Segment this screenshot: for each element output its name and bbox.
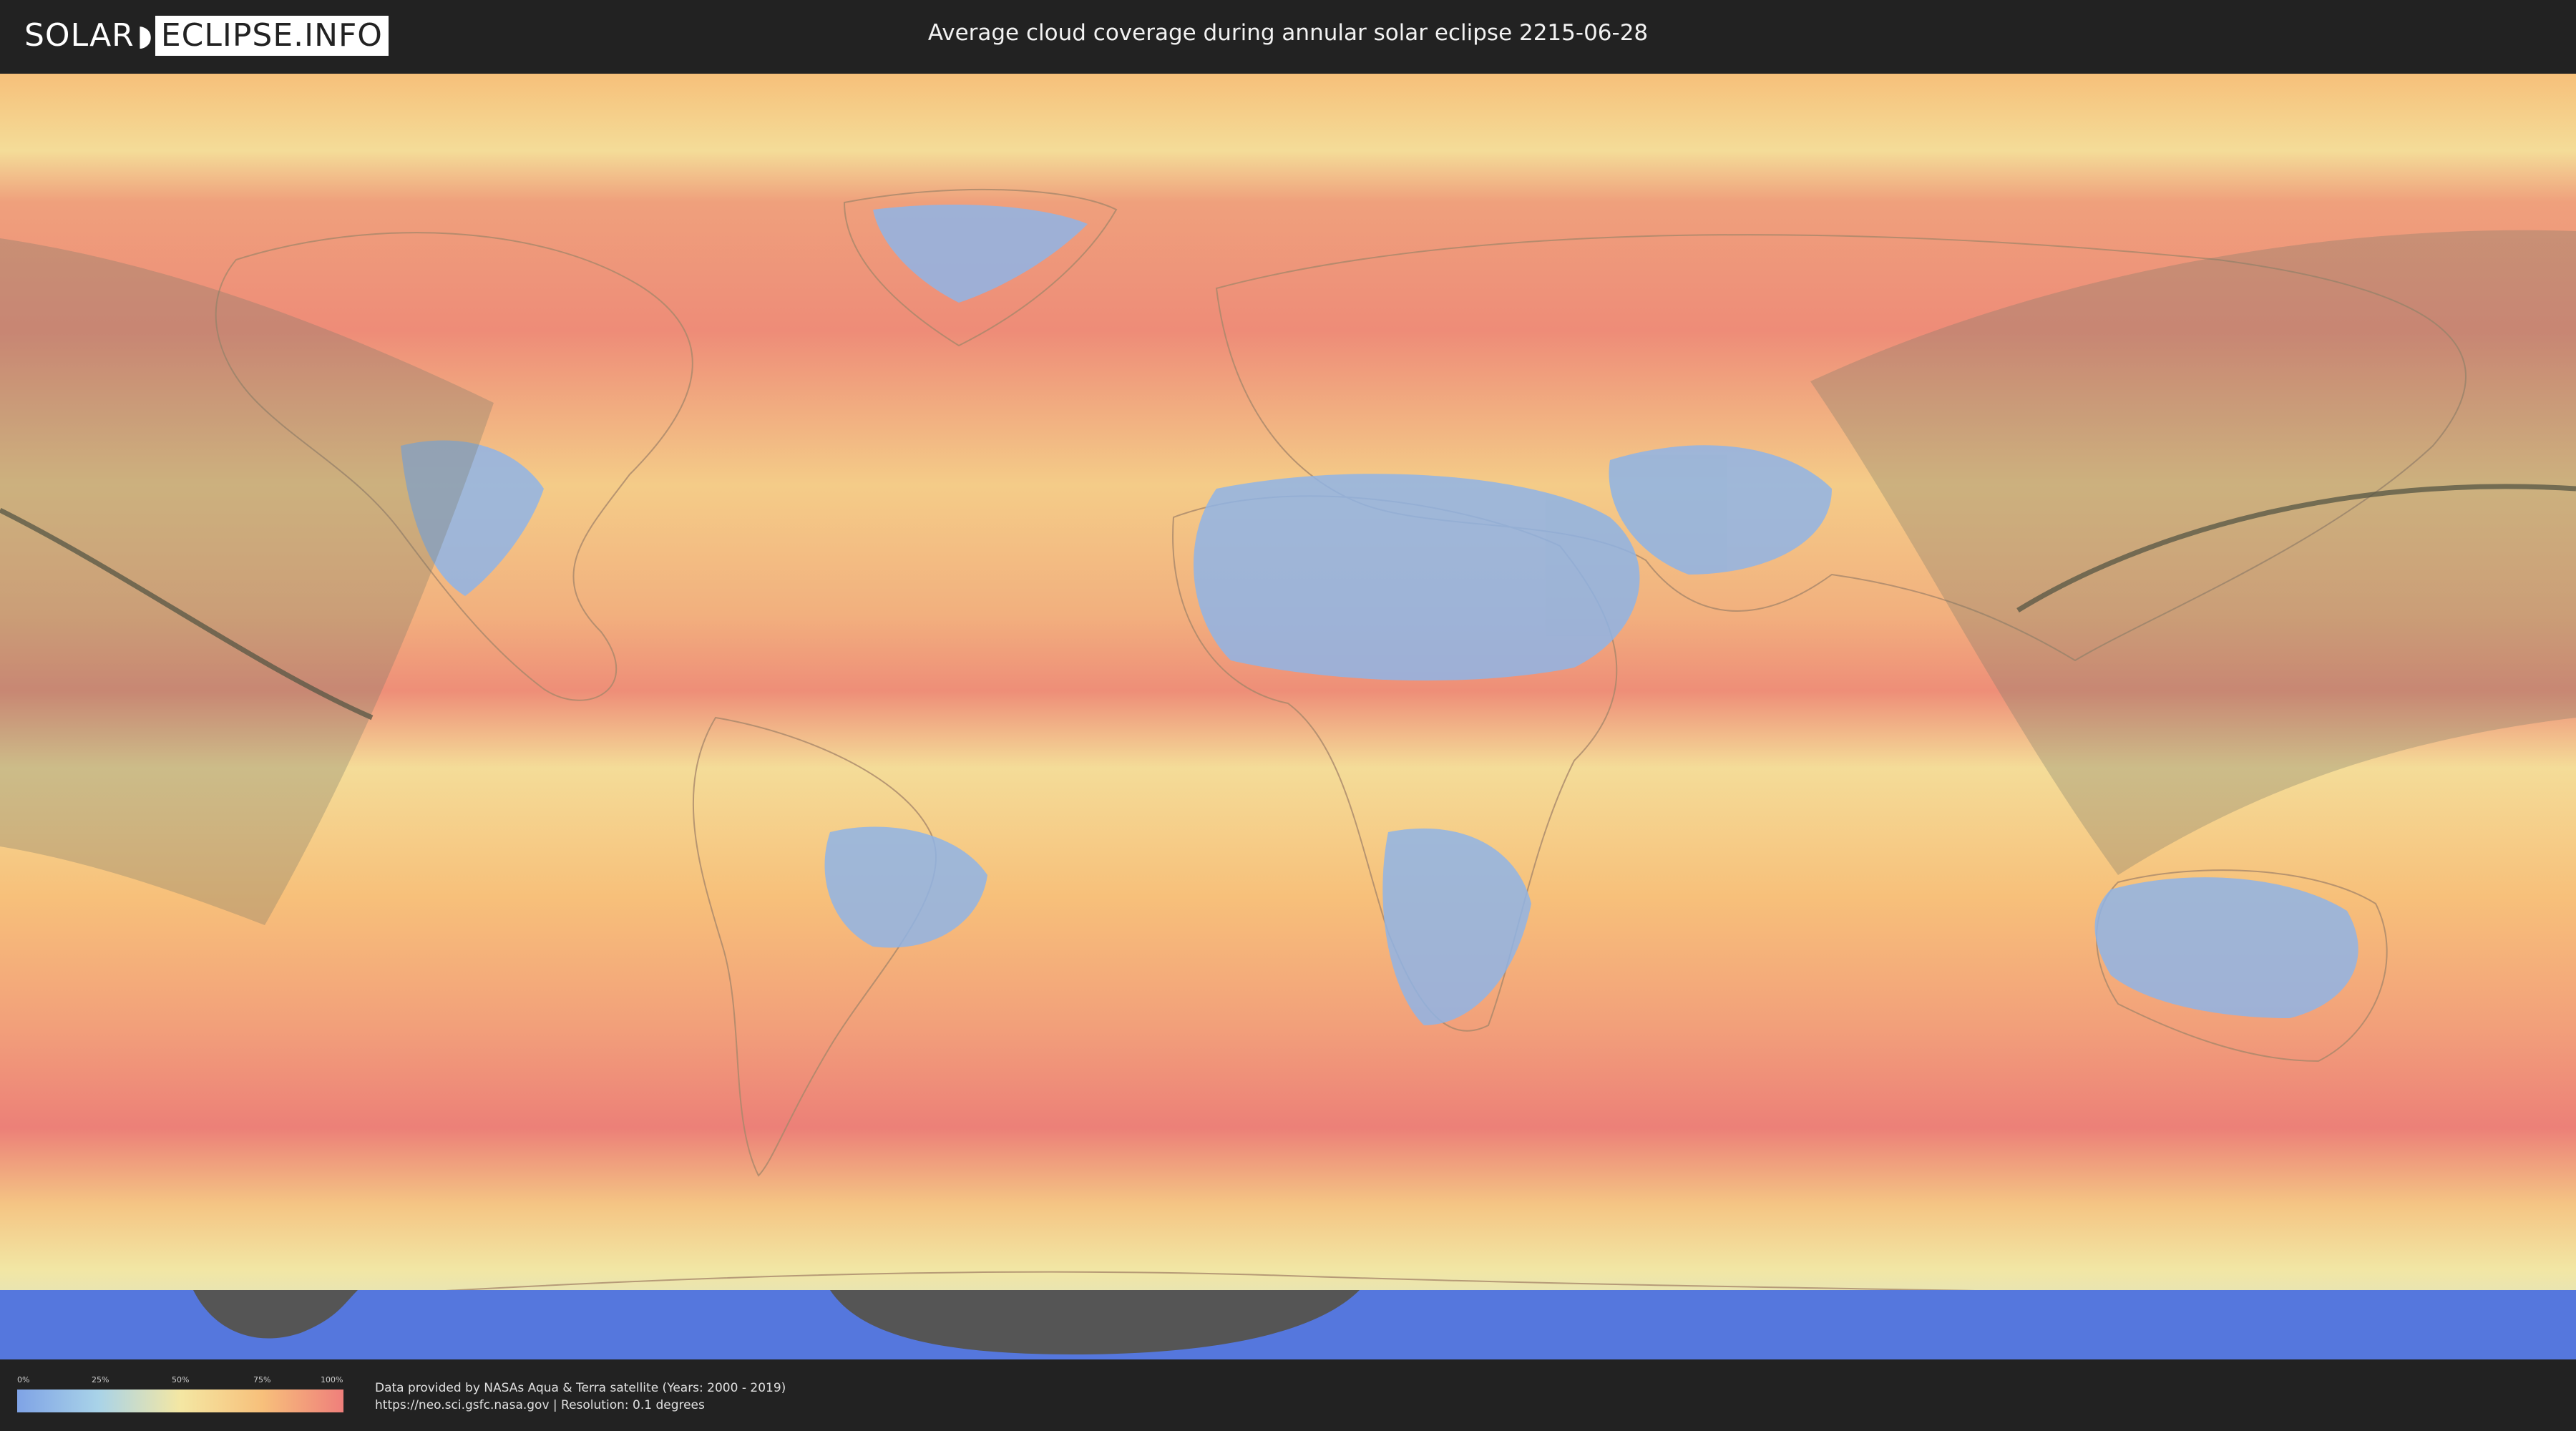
data-credits: Data provided by NASAs Aqua & Terra sate…	[375, 1379, 786, 1414]
cloud-coverage-map	[0, 74, 2576, 1359]
header-bar: SOLAR ◗ ECLIPSE.INFO Average cloud cover…	[0, 0, 2576, 74]
page-title: Average cloud coverage during annular so…	[927, 20, 1649, 46]
legend-tick: 0%	[17, 1375, 30, 1384]
world-map-svg	[0, 74, 2576, 1359]
credits-line-2: https://neo.sci.gsfc.nasa.gov | Resoluti…	[375, 1398, 705, 1412]
legend-tick: 25%	[92, 1375, 109, 1384]
legend-tick: 50%	[172, 1375, 190, 1384]
legend-color-bar	[17, 1390, 343, 1412]
legend-tick: 75%	[253, 1375, 271, 1384]
cloud-legend: 0% 25% 50% 75% 100%	[17, 1375, 343, 1412]
credits-line-1: Data provided by NASAs Aqua & Terra sate…	[375, 1381, 786, 1395]
legend-ticks: 0% 25% 50% 75% 100%	[17, 1375, 343, 1390]
clear-sahara	[1193, 474, 1640, 681]
legend-tick: 100%	[321, 1375, 343, 1384]
